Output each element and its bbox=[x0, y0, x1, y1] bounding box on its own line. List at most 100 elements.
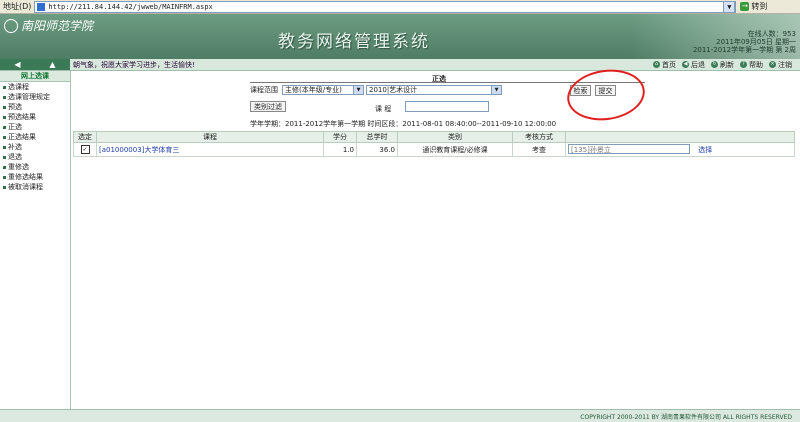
col-selected: 选定 bbox=[73, 131, 97, 143]
table-row: ✓ [a01000003]大学体育三 1.0 36.0 通识教育课程/必修课 考… bbox=[73, 142, 795, 157]
back-button[interactable]: ◀ 后退 bbox=[682, 60, 705, 70]
bullet-icon bbox=[3, 145, 6, 149]
scope-value: 主修(本年级/专业) bbox=[285, 86, 342, 94]
course-cell: [a01000003]大学体育三 bbox=[96, 142, 324, 157]
sidebar-item[interactable]: 被取消课程 bbox=[0, 182, 70, 192]
logout-icon: × bbox=[769, 61, 776, 68]
toolbar-actions: ⌂ 首页 ◀ 后退 ↻ 刷新 ? 帮助 × 注销 bbox=[653, 59, 792, 70]
scope-label: 课程范围 bbox=[250, 86, 278, 94]
bullet-icon bbox=[3, 165, 6, 169]
sidebar-item[interactable]: 选课程 bbox=[0, 82, 70, 92]
home-label: 首页 bbox=[662, 60, 676, 69]
chevron-down-icon: ▼ bbox=[491, 86, 501, 94]
sidebar-item[interactable]: 预选 bbox=[0, 102, 70, 112]
current-date: 2011年09月05日 星期一 bbox=[716, 38, 796, 46]
filter-button[interactable]: 类别过滤 bbox=[250, 101, 286, 112]
bullet-icon bbox=[3, 85, 6, 89]
major-value: 2010|艺术设计 bbox=[369, 86, 418, 94]
sidebar-item[interactable]: 重修选 bbox=[0, 162, 70, 172]
sidebar-menu: 选课程 选课管理规定 预选 预选结果 正选 正选结果 补选 退选 重修选 重修选… bbox=[0, 82, 70, 192]
session-info: 在线人数：953 2011年09月05日 星期一 2011-2012学年第一学期… bbox=[693, 30, 796, 54]
refresh-button[interactable]: ↻ 刷新 bbox=[711, 60, 734, 70]
bullet-icon bbox=[3, 185, 6, 189]
school-logo: 南阳师范学院 bbox=[4, 17, 93, 34]
system-title: 教务网络管理系统 bbox=[278, 32, 430, 52]
chevron-down-icon[interactable]: ▼ bbox=[723, 0, 736, 13]
sidebar-item[interactable]: 正选 bbox=[0, 122, 70, 132]
select-cell: ✓ bbox=[73, 142, 97, 157]
address-label: 地址(D) bbox=[3, 2, 32, 11]
banner: 南阳师范学院 教务网络管理系统 在线人数：953 2011年09月05日 星期一… bbox=[0, 14, 800, 59]
bullet-icon bbox=[3, 175, 6, 179]
term-info: 学年学期：2011-2012学年第一学期 时间区段：2011-08-01 08:… bbox=[250, 120, 557, 128]
course-label: 课 程 bbox=[375, 105, 392, 113]
go-arrow-icon: → bbox=[740, 2, 750, 11]
help-icon: ? bbox=[740, 61, 747, 68]
school-name: 南阳师范学院 bbox=[21, 19, 94, 33]
scope-select[interactable]: 主修(本年级/专业) ▼ bbox=[282, 85, 364, 95]
course-table: 选定 课程 学分 总学时 类别 考核方式 ✓ [a01000003]大学体育三 … bbox=[73, 131, 795, 157]
sidebar-item[interactable]: 补选 bbox=[0, 142, 70, 152]
copyright: COPYRIGHT 2000-2011 BY 湖南青果软件有限公司 ALL RI… bbox=[580, 414, 792, 421]
page-icon bbox=[37, 2, 46, 11]
hours-cell: 36.0 bbox=[356, 142, 398, 157]
url-input[interactable]: http://211.84.144.42/jwweb/MAINFRM.aspx … bbox=[34, 0, 737, 13]
sidebar-item[interactable]: 正选结果 bbox=[0, 132, 70, 142]
sidebar: 网上选课 选课程 选课管理规定 预选 预选结果 正选 正选结果 补选 退选 重修… bbox=[0, 71, 71, 409]
select-checkbox[interactable]: ✓ bbox=[80, 145, 90, 154]
annotation-circle bbox=[563, 64, 649, 126]
col-teacher bbox=[565, 131, 795, 143]
bullet-icon bbox=[3, 95, 6, 99]
scope-row: 课程范围 主修(本年级/专业) ▼ 2010|艺术设计 ▼ bbox=[250, 85, 502, 95]
teacher-cell: [135]孙景立 选择 bbox=[565, 142, 795, 157]
sidebar-item[interactable]: 重修选结果 bbox=[0, 172, 70, 182]
col-course: 课程 bbox=[96, 131, 324, 143]
chevron-down-icon: ▼ bbox=[353, 86, 363, 94]
bullet-icon bbox=[3, 105, 6, 109]
course-link[interactable]: [a01000003]大学体育三 bbox=[99, 146, 179, 154]
url-text: http://211.84.144.42/jwweb/MAINFRM.aspx bbox=[48, 2, 213, 11]
bullet-icon bbox=[3, 135, 6, 139]
choose-link[interactable]: 选择 bbox=[698, 146, 712, 154]
footer: COPYRIGHT 2000-2011 BY 湖南青果软件有限公司 ALL RI… bbox=[0, 409, 800, 422]
arrow-left-icon[interactable]: ◀ bbox=[14, 60, 20, 69]
home-button[interactable]: ⌂ 首页 bbox=[653, 60, 676, 70]
go-button[interactable]: → 转到 bbox=[740, 1, 767, 12]
sidebar-item[interactable]: 预选结果 bbox=[0, 112, 70, 122]
help-label: 帮助 bbox=[749, 60, 763, 69]
online-count: 在线人数：953 bbox=[747, 30, 796, 38]
refresh-label: 刷新 bbox=[720, 60, 734, 69]
exam-cell: 考查 bbox=[512, 142, 566, 157]
major-select[interactable]: 2010|艺术设计 ▼ bbox=[366, 85, 502, 95]
sidebar-nav-arrows: ◀ ▲ bbox=[0, 59, 70, 70]
category-cell: 通识教育课程/必修课 bbox=[397, 142, 513, 157]
back-icon: ◀ bbox=[682, 61, 689, 68]
term-week: 2011-2012学年第一学期 第 2周 bbox=[692, 46, 796, 54]
sidebar-item[interactable]: 选课管理规定 bbox=[0, 92, 70, 102]
toolbar-strip: ◀ ▲ 朝气象，祝愿大家学习进步，生活愉快! ⌂ 首页 ◀ 后退 ↻ 刷新 ? 帮助 ×… bbox=[0, 59, 800, 71]
go-label: 转到 bbox=[751, 2, 768, 11]
sidebar-header: 网上选课 bbox=[0, 71, 70, 82]
course-input[interactable] bbox=[405, 101, 489, 112]
main-content: 正选 课程范围 主修(本年级/专业) ▼ 2010|艺术设计 ▼ 检索 提交 类… bbox=[72, 64, 800, 409]
bullet-icon bbox=[3, 155, 6, 159]
arrow-up-icon[interactable]: ▲ bbox=[49, 60, 55, 69]
home-icon: ⌂ bbox=[653, 61, 660, 68]
address-bar: 地址(D) http://211.84.144.42/jwweb/MAINFRM… bbox=[0, 0, 800, 14]
seal-icon bbox=[4, 18, 18, 33]
help-button[interactable]: ? 帮助 bbox=[740, 60, 763, 70]
sidebar-item[interactable]: 退选 bbox=[0, 152, 70, 162]
teacher-field[interactable]: [135]孙景立 bbox=[568, 144, 690, 154]
table-header-row: 选定 课程 学分 总学时 类别 考核方式 bbox=[73, 131, 795, 143]
col-credit: 学分 bbox=[323, 131, 357, 143]
logout-label: 注销 bbox=[778, 60, 792, 69]
bullet-icon bbox=[3, 115, 6, 119]
logout-button[interactable]: × 注销 bbox=[769, 60, 792, 70]
back-label: 后退 bbox=[691, 60, 705, 69]
bullet-icon bbox=[3, 125, 6, 129]
refresh-icon: ↻ bbox=[711, 61, 718, 68]
col-exam: 考核方式 bbox=[512, 131, 566, 143]
col-category: 类别 bbox=[397, 131, 513, 143]
credit-cell: 1.0 bbox=[323, 142, 357, 157]
col-hours: 总学时 bbox=[356, 131, 398, 143]
